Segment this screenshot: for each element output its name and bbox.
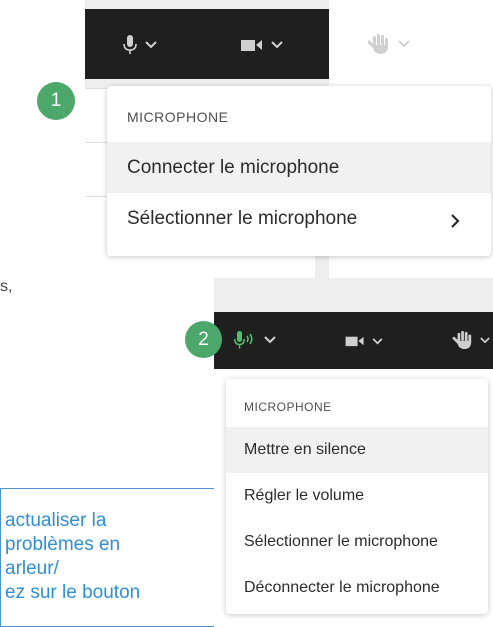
menu-item-label: Connecter le microphone [127, 156, 340, 178]
microphone-menu-active: MICROPHONE Mettre en silence Régler le v… [226, 379, 488, 614]
raise-hand-icon [452, 330, 472, 350]
connect-microphone-item[interactable]: Connecter le microphone [107, 142, 491, 193]
body-text-fragment: s, [0, 278, 13, 295]
chevron-down-icon [264, 336, 276, 344]
menu-item-label: Déconnecter le microphone [244, 579, 440, 596]
chevron-down-icon [145, 41, 157, 49]
menu-header: MICROPHONE [244, 400, 332, 414]
callout-line: problèmes en [5, 534, 121, 555]
microphone-active-button[interactable] [234, 331, 276, 349]
select-microphone-item[interactable]: Sélectionner le microphone [226, 519, 488, 565]
chevron-down-icon [372, 337, 383, 344]
callout-note: actualiser la problèmes en arleur/ ez su… [0, 488, 214, 627]
toolbar-top [85, 9, 329, 79]
camera-button[interactable] [241, 38, 283, 52]
menu-item-label: Mettre en silence [244, 441, 366, 458]
adjust-volume-item[interactable]: Régler le volume [226, 473, 488, 519]
screenshot2-background [214, 278, 493, 312]
microphone-active-icon [234, 331, 253, 349]
camera-button[interactable] [345, 335, 383, 347]
step-badge-2: 2 [185, 321, 222, 358]
menu-item-label: Régler le volume [244, 487, 365, 504]
mute-item[interactable]: Mettre en silence [226, 427, 488, 473]
select-microphone-item[interactable]: Sélectionner le microphone [107, 193, 491, 244]
callout-line: actualiser la [5, 510, 107, 531]
camera-icon [345, 336, 364, 347]
chevron-down-icon [480, 336, 490, 343]
microphone-button[interactable] [123, 35, 157, 55]
microphone-icon [123, 35, 137, 54]
raise-hand-icon [368, 34, 388, 54]
step-badge-1: 1 [37, 82, 75, 120]
raise-hand-button[interactable] [368, 33, 410, 55]
microphone-menu: MICROPHONE Connecter le microphone Sélec… [107, 86, 491, 256]
chevron-right-icon [451, 214, 460, 228]
disconnect-microphone-item[interactable]: Déconnecter le microphone [226, 565, 488, 611]
menu-item-label: Sélectionner le microphone [127, 207, 358, 229]
callout-line: arleur/ [5, 558, 59, 579]
callout-line: ez sur le bouton [5, 582, 141, 603]
chevron-down-icon [271, 41, 283, 49]
chevron-down-icon [398, 40, 410, 48]
menu-item-label: Sélectionner le microphone [244, 533, 438, 550]
raise-hand-button[interactable] [452, 330, 490, 350]
menu-header: MICROPHONE [127, 109, 229, 125]
camera-icon [241, 40, 262, 51]
